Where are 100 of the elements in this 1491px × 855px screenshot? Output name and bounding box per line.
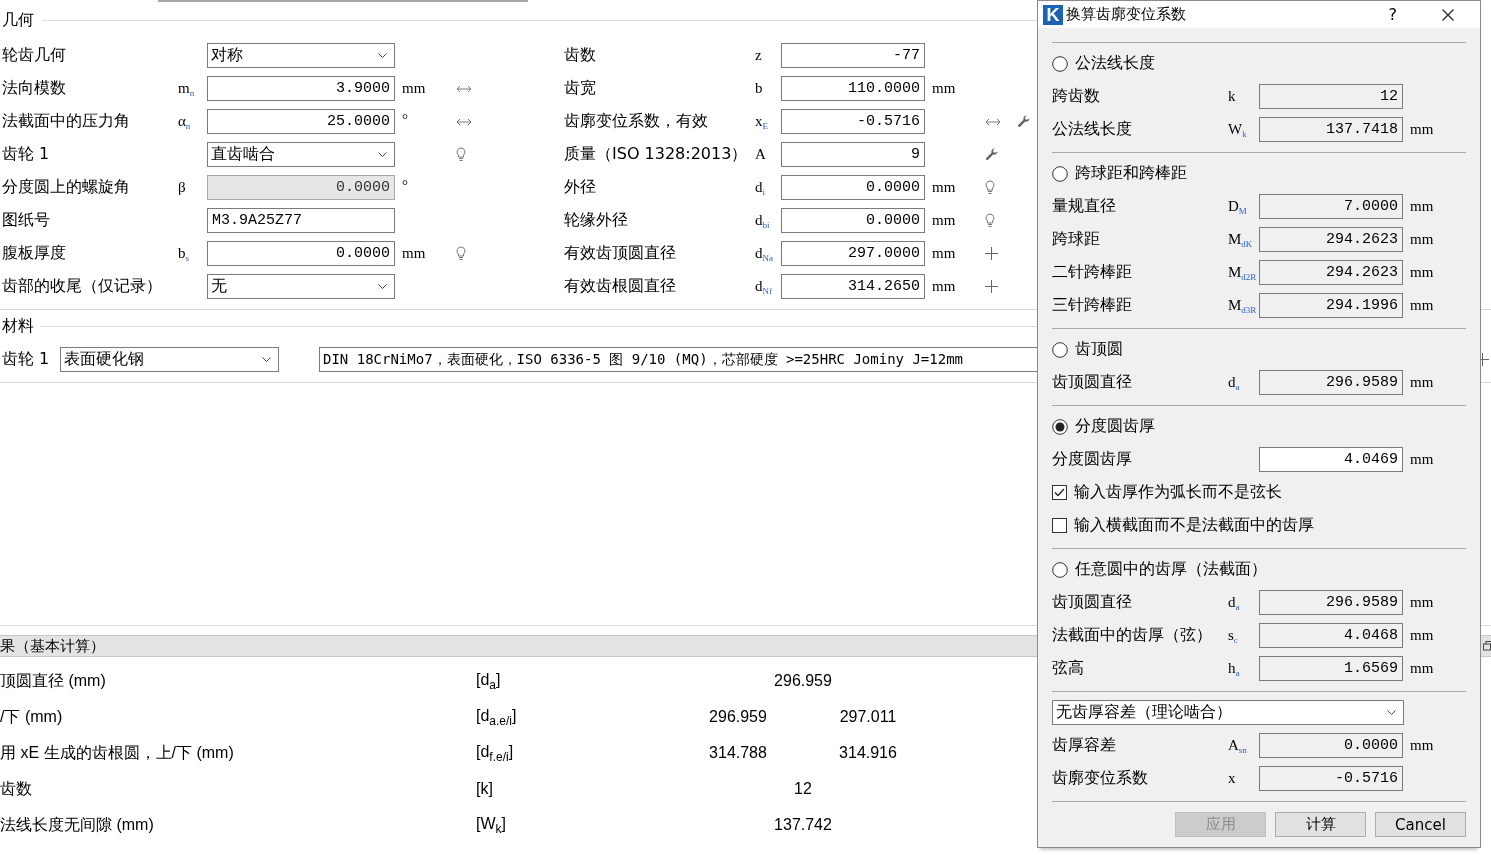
number-field[interactable]: 25.0000	[207, 109, 395, 134]
checkbox[interactable]	[1052, 485, 1067, 500]
number-field[interactable]: 294.1996	[1259, 293, 1403, 318]
unit-label: mm	[402, 245, 426, 262]
radio-label[interactable]: 分度圆齿厚	[1075, 416, 1155, 437]
number-field[interactable]: 1.6569	[1259, 656, 1403, 681]
symbol-label: d$_{a}$	[1228, 593, 1240, 612]
unit-label: °	[402, 111, 408, 128]
help-button[interactable]: ?	[1388, 5, 1397, 24]
dropdown[interactable]: 直齿啮合	[207, 142, 395, 167]
result-label: 齿数	[0, 779, 32, 797]
plus-icon[interactable]	[985, 247, 998, 260]
radio-label[interactable]: 任意圆中的齿厚（法截面）	[1075, 559, 1267, 580]
symbol-label: [d$_{a.e/i}$]	[476, 706, 517, 724]
symbol-label: x$_{E}$	[755, 112, 768, 131]
unit-label: mm	[932, 212, 956, 229]
number-field[interactable]: 0.0000	[1259, 733, 1403, 758]
unit-label: mm	[1410, 451, 1434, 468]
number-field[interactable]: 7.0000	[1259, 194, 1403, 219]
radio-button[interactable]	[1052, 165, 1068, 182]
field-label: 齿宽	[564, 78, 597, 99]
radio-button[interactable]	[1052, 418, 1068, 435]
chevron-icon	[262, 357, 271, 362]
radio-label[interactable]: 跨球距和跨棒距	[1075, 163, 1187, 184]
double-arrow-icon[interactable]	[985, 117, 1001, 126]
chevron-icon	[378, 152, 387, 157]
lightbulb-icon[interactable]	[456, 246, 466, 261]
field-label: 跨齿数	[1052, 86, 1101, 107]
radio-label[interactable]: 公法线长度	[1075, 53, 1155, 74]
number-field[interactable]: 3.9000	[207, 76, 395, 101]
number-field[interactable]: -0.5716	[1259, 766, 1403, 791]
result-label: 顶圆直径 (mm)	[0, 671, 106, 689]
dropdown[interactable]: 对称	[207, 43, 395, 68]
checkbox-label[interactable]: 输入齿厚作为弧长而不是弦长	[1074, 482, 1282, 503]
double-arrow-icon[interactable]	[456, 84, 472, 93]
unit-label: mm	[1410, 264, 1434, 281]
checkbox[interactable]	[1052, 518, 1067, 533]
lightbulb-icon[interactable]	[456, 147, 466, 162]
wrench-icon[interactable]	[985, 147, 999, 162]
field-label: 法截面中的齿厚（弦）	[1052, 625, 1213, 646]
number-field[interactable]: 0.0000	[781, 175, 925, 200]
symbol-label: s$_{c}$	[1228, 626, 1238, 645]
double-arrow-icon[interactable]	[456, 117, 472, 126]
close-icon[interactable]	[1442, 8, 1454, 21]
result-value: 314.788	[709, 744, 767, 761]
result-value: 296.959	[774, 672, 832, 689]
checkbox-label[interactable]: 输入横截面而不是法截面中的齿厚	[1074, 515, 1314, 536]
field-label: 公法线长度	[1052, 119, 1133, 140]
field-label: 齿廓变位系数，有效	[564, 111, 709, 132]
section-title: 材料	[2, 316, 34, 337]
dropdown[interactable]: 表面硬化钢	[60, 347, 279, 372]
result-value: 314.916	[839, 744, 897, 761]
number-field[interactable]: 110.0000	[781, 76, 925, 101]
number-field[interactable]: 12	[1259, 84, 1403, 109]
radio-label[interactable]: 齿顶圆	[1075, 339, 1123, 360]
radio-button[interactable]	[1052, 55, 1068, 72]
number-field[interactable]: 0.0000	[207, 241, 395, 266]
symbol-label: z	[755, 47, 762, 64]
number-field[interactable]: 296.9589	[1259, 370, 1403, 395]
number-field[interactable]: -77	[781, 43, 925, 68]
wrench-icon[interactable]	[1017, 114, 1031, 129]
dialog-button[interactable]: Cancel	[1375, 812, 1466, 837]
symbol-label: α$_{n}$	[178, 112, 191, 131]
restore-icon[interactable]	[1483, 641, 1491, 651]
unit-label: mm	[1410, 660, 1434, 677]
dropdown[interactable]: 无齿厚容差（理论啮合）	[1052, 700, 1404, 725]
text-field[interactable]: M3.9A25Z77	[207, 208, 395, 233]
radio-button[interactable]	[1052, 341, 1068, 358]
unit-label: mm	[932, 80, 956, 97]
number-field[interactable]: 297.0000	[781, 241, 925, 266]
unit-label: mm	[402, 80, 426, 97]
field-label: 齿轮 1	[2, 144, 51, 165]
number-field[interactable]: -0.5716	[781, 109, 925, 134]
number-field[interactable]: 294.2623	[1259, 260, 1403, 285]
field-label: 弦高	[1052, 658, 1085, 679]
radio-button[interactable]	[1052, 561, 1068, 578]
field-label: 腹板厚度	[2, 243, 67, 264]
number-field[interactable]: 137.7418	[1259, 117, 1403, 142]
symbol-label: d$_{a}$	[1228, 373, 1240, 392]
field-label: 齿数	[564, 45, 597, 66]
dialog-button[interactable]: 计算	[1275, 812, 1366, 837]
field-label: 法截面中的压力角	[2, 111, 131, 132]
number-field[interactable]: 296.9589	[1259, 590, 1403, 615]
number-field[interactable]: 294.2623	[1259, 227, 1403, 252]
dropdown[interactable]: 无	[207, 274, 395, 299]
symbol-label: d$_{bi}$	[755, 211, 770, 230]
plus-icon[interactable]	[985, 280, 998, 293]
symbol-label: [d$_{f.e/i}$]	[476, 742, 514, 760]
text-field[interactable]: DIN 18CrNiMo7，表面硬化，ISO 6336-5 图 9/10 (MQ)，芯部硬度 >=25HRC Jominy J=12mm	[319, 347, 1039, 372]
number-field[interactable]: 0.0000	[781, 208, 925, 233]
lightbulb-icon[interactable]	[985, 180, 995, 195]
unit-label: mm	[1410, 627, 1434, 644]
number-field[interactable]: 4.0469	[1259, 447, 1403, 472]
number-field[interactable]: 314.2650	[781, 274, 925, 299]
number-field[interactable]: 9	[781, 142, 925, 167]
result-label: 法线长度无间隙 (mm)	[0, 815, 154, 833]
number-field[interactable]: 4.0468	[1259, 623, 1403, 648]
unit-label: °	[402, 177, 408, 194]
unit-label: mm	[1410, 594, 1434, 611]
lightbulb-icon[interactable]	[985, 213, 995, 228]
